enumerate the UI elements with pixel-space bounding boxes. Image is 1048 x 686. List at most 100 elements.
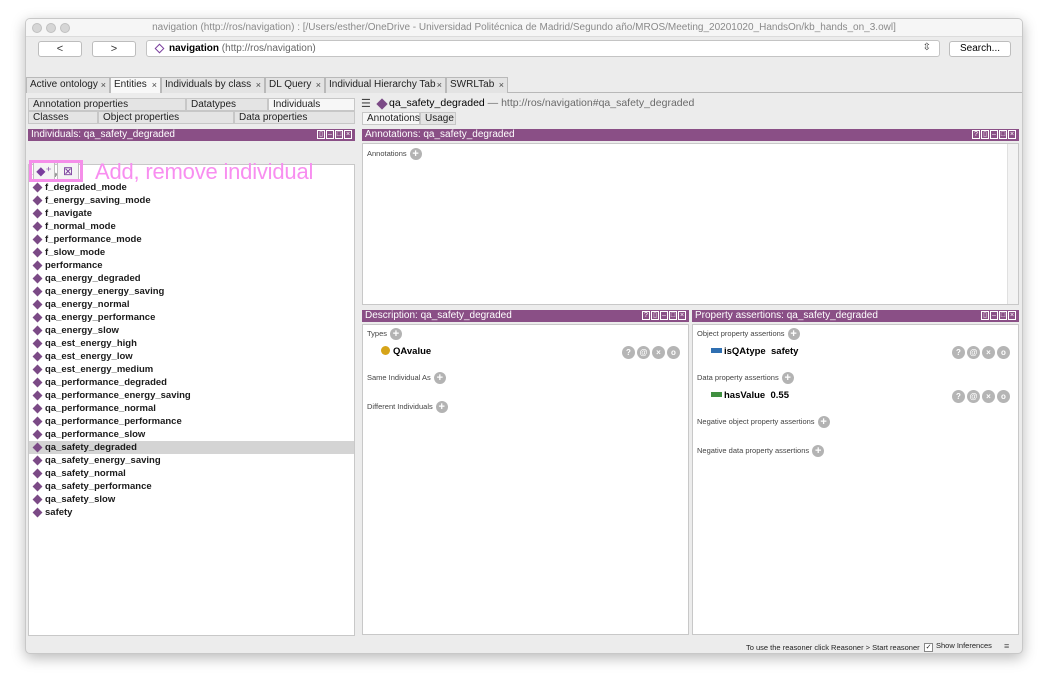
add-different-individual-button[interactable]: + xyxy=(435,401,448,413)
individual-list-item[interactable]: qa_performance_slow xyxy=(29,428,354,441)
tab-active-ontology[interactable]: Active ontology × xyxy=(26,77,110,93)
individual-list-item[interactable]: f_normal_mode xyxy=(29,220,354,233)
view-close-icon[interactable]: × xyxy=(678,311,686,320)
individual-list-item[interactable]: qa_energy_energy_saving xyxy=(29,285,354,298)
add-negative-object-property-button[interactable]: + xyxy=(817,416,830,428)
checkbox-checked-icon[interactable]: ✓ xyxy=(924,643,933,652)
tab-annotations[interactable]: Annotations xyxy=(362,112,420,125)
add-annotation-button[interactable]: + xyxy=(409,148,422,160)
individual-list-item[interactable]: qa_est_energy_high xyxy=(29,337,354,350)
individual-list-item[interactable]: qa_safety_degraded xyxy=(29,441,354,454)
view-close-icon[interactable]: × xyxy=(344,130,352,139)
close-icon[interactable]: × xyxy=(316,78,321,92)
view-minimize-icon[interactable]: – xyxy=(990,311,998,320)
close-icon[interactable]: × xyxy=(256,78,261,92)
individual-list-item[interactable]: qa_energy_slow xyxy=(29,324,354,337)
annotate-button[interactable]: @ xyxy=(967,390,980,403)
view-pin-icon[interactable]: ▯ xyxy=(317,130,325,139)
edit-button[interactable]: o xyxy=(667,346,680,359)
subtab-object-properties[interactable]: Object properties xyxy=(98,111,234,124)
tab-usage[interactable]: Usage xyxy=(420,112,456,125)
subtab-individuals[interactable]: Individuals xyxy=(268,98,355,111)
add-type-button[interactable]: + xyxy=(390,328,403,340)
help-icon[interactable]: ? xyxy=(642,311,650,320)
view-pin-icon[interactable]: ▯ xyxy=(981,311,989,320)
forward-button[interactable]: > xyxy=(92,41,136,57)
view-maximize-icon[interactable]: □ xyxy=(669,311,677,320)
view-maximize-icon[interactable]: □ xyxy=(335,130,343,139)
explain-button[interactable]: ? xyxy=(952,346,965,359)
individual-list-item[interactable]: qa_est_energy_low xyxy=(29,350,354,363)
view-pin-icon[interactable]: ▯ xyxy=(651,311,659,320)
individual-list-item[interactable]: qa_performance_degraded xyxy=(29,376,354,389)
tab-individuals-by-class[interactable]: Individuals by class × xyxy=(161,77,265,93)
tab-individual-hierarchy[interactable]: Individual Hierarchy Tab × xyxy=(325,77,446,93)
individual-list-item[interactable]: f_energy_saving_mode xyxy=(29,194,354,207)
subtab-datatypes[interactable]: Datatypes xyxy=(186,98,268,111)
subtab-classes[interactable]: Classes xyxy=(28,111,98,124)
add-object-property-assertion-button[interactable]: + xyxy=(787,328,800,340)
edit-button[interactable]: o xyxy=(997,346,1010,359)
edit-button[interactable]: o xyxy=(997,390,1010,403)
individual-list-item[interactable]: f_performance_mode xyxy=(29,233,354,246)
resize-grip-icon[interactable]: ≡ xyxy=(1004,641,1009,651)
individual-list-item[interactable]: safety xyxy=(29,506,354,519)
individual-list-item[interactable]: qa_safety_slow xyxy=(29,493,354,506)
annotate-button[interactable]: @ xyxy=(637,346,650,359)
description-view-title: Description: qa_safety_degraded xyxy=(365,310,512,321)
individual-list-item[interactable]: qa_est_energy_medium xyxy=(29,363,354,376)
view-minimize-icon[interactable]: – xyxy=(990,130,998,139)
view-maximize-icon[interactable]: □ xyxy=(999,130,1007,139)
explain-button[interactable]: ? xyxy=(952,390,965,403)
view-minimize-icon[interactable]: – xyxy=(660,311,668,320)
individual-list-item[interactable]: qa_energy_normal xyxy=(29,298,354,311)
individual-list-item[interactable]: qa_performance_energy_saving xyxy=(29,389,354,402)
add-negative-data-property-button[interactable]: + xyxy=(812,445,825,457)
tab-entities[interactable]: Entities × xyxy=(110,77,161,93)
delete-button[interactable]: × xyxy=(982,346,995,359)
add-data-property-assertion-button[interactable]: + xyxy=(781,372,794,384)
back-button[interactable]: < xyxy=(38,41,82,57)
view-close-icon[interactable]: × xyxy=(1008,130,1016,139)
individual-list-item[interactable]: qa_performance_normal xyxy=(29,402,354,415)
type-row[interactable]: QAvalue xyxy=(381,346,431,359)
view-close-icon[interactable]: × xyxy=(1008,311,1016,320)
view-minimize-icon[interactable]: – xyxy=(326,130,334,139)
search-button[interactable]: Search... xyxy=(949,41,1011,57)
individual-list-item[interactable]: qa_safety_normal xyxy=(29,467,354,480)
chevron-updown-icon[interactable]: ⇳ xyxy=(923,42,931,53)
delete-button[interactable]: × xyxy=(982,390,995,403)
close-icon[interactable]: × xyxy=(152,78,157,92)
type-value: QAvalue xyxy=(393,346,432,357)
individual-list-item[interactable]: performance xyxy=(29,259,354,272)
ontology-address-bar[interactable]: navigation (http://ros/navigation) ⇳ xyxy=(146,40,940,57)
individual-list-item[interactable]: qa_energy_performance xyxy=(29,311,354,324)
object-property-value: safety xyxy=(771,346,799,357)
individual-list-item[interactable]: qa_energy_degraded xyxy=(29,272,354,285)
view-pin-icon[interactable]: ▯ xyxy=(981,130,989,139)
show-inferences-toggle[interactable]: ✓ Show Inferences xyxy=(924,641,992,652)
close-icon[interactable]: × xyxy=(101,78,106,92)
close-icon[interactable]: × xyxy=(499,78,504,92)
add-same-individual-button[interactable]: + xyxy=(433,372,446,384)
subtab-data-properties[interactable]: Data properties xyxy=(234,111,355,124)
individual-list-item[interactable]: qa_performance_performance xyxy=(29,415,354,428)
view-maximize-icon[interactable]: □ xyxy=(999,311,1007,320)
tab-dl-query[interactable]: DL Query × xyxy=(265,77,325,93)
subtab-annotation-properties[interactable]: Annotation properties xyxy=(28,98,186,111)
object-property-row[interactable]: isQAtype safety xyxy=(711,346,798,359)
data-property-row[interactable]: hasValue 0.55 xyxy=(711,390,789,403)
individual-icon xyxy=(32,377,43,388)
individual-list-item[interactable]: f_slow_mode xyxy=(29,246,354,259)
delete-button[interactable]: × xyxy=(652,346,665,359)
menu-icon[interactable]: ☰ xyxy=(361,97,371,110)
explain-button[interactable]: ? xyxy=(622,346,635,359)
help-icon[interactable]: ? xyxy=(972,130,980,139)
close-icon[interactable]: × xyxy=(437,78,442,92)
individual-list-item[interactable]: f_navigate xyxy=(29,207,354,220)
individual-list-item[interactable]: qa_safety_energy_saving xyxy=(29,454,354,467)
annotations-scrollbar[interactable] xyxy=(1007,144,1018,304)
individual-list-item[interactable]: qa_safety_performance xyxy=(29,480,354,493)
annotate-button[interactable]: @ xyxy=(967,346,980,359)
tab-swrltab[interactable]: SWRLTab × xyxy=(446,77,508,93)
